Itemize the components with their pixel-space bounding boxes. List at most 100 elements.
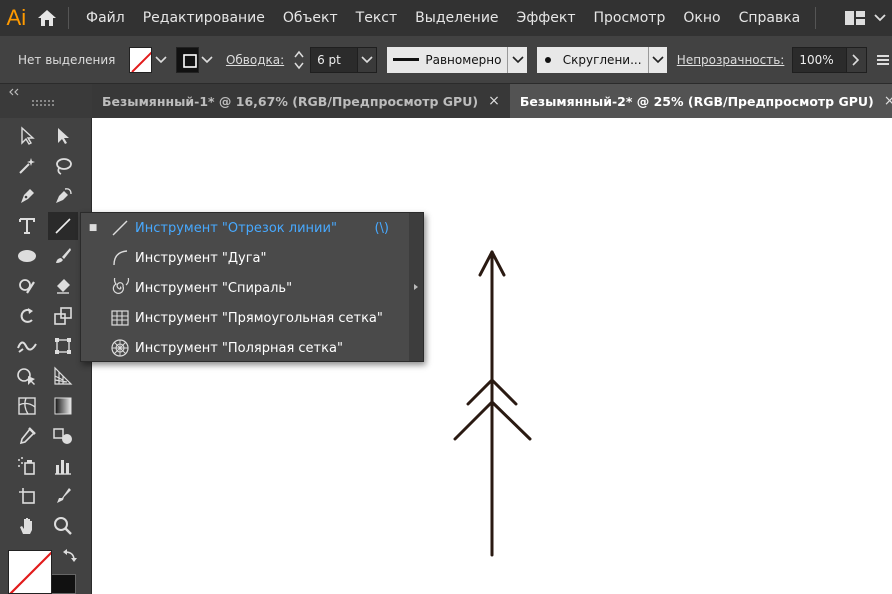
menu-object[interactable]: Объект	[274, 0, 347, 36]
flyout-item-rectangular-grid[interactable]: Инструмент "Прямоугольная сетка"	[81, 303, 411, 333]
close-icon[interactable]: ×	[488, 93, 500, 109]
free-transform-icon	[55, 338, 71, 354]
fill-dropdown[interactable]	[152, 47, 169, 73]
stroke-swatch-icon	[182, 53, 197, 68]
rotate-tool[interactable]	[12, 302, 42, 330]
variable-width-profile[interactable]: Равномерно	[387, 46, 508, 73]
line-segment-icon	[55, 218, 71, 234]
direct-selection-tool[interactable]	[48, 122, 78, 150]
direct-selection-icon	[58, 128, 69, 144]
flyout-item-shortcut: (\)	[374, 220, 389, 236]
scale-tool[interactable]	[48, 302, 78, 330]
grip-icon[interactable]	[32, 100, 56, 106]
eraser-tool[interactable]	[48, 272, 78, 300]
opacity-input[interactable]: 100%	[792, 46, 848, 73]
flyout-item-label: Инструмент "Отрезок линии"	[135, 220, 337, 236]
chevron-down-icon	[874, 14, 886, 22]
opacity-dropdown[interactable]	[847, 46, 867, 73]
warp-icon	[17, 341, 37, 353]
fill-color-indicator[interactable]	[8, 550, 52, 594]
magic-wand-icon	[19, 158, 35, 174]
tab-label: Безымянный-2* @ 25% (RGB/Предпросмотр GP…	[519, 93, 874, 109]
stroke-weight-input[interactable]: 6 pt	[310, 46, 359, 73]
profile-dropdown[interactable]	[507, 46, 527, 73]
stroke-panel-link[interactable]: Обводка:	[226, 53, 284, 67]
paintbrush-icon	[56, 248, 71, 263]
chevron-down-icon	[361, 55, 373, 63]
chevron-right-icon	[414, 284, 418, 290]
flyout-item-line-segment[interactable]: ■ Инструмент "Отрезок линии" (\)	[81, 213, 411, 243]
menu-help[interactable]: Справка	[730, 0, 810, 36]
brush-dropdown[interactable]	[647, 46, 667, 73]
line-segment-tool[interactable]	[48, 212, 78, 240]
column-graph-tool[interactable]	[48, 452, 78, 480]
brush-dot-icon	[544, 56, 551, 63]
menu-view[interactable]: Просмотр	[585, 0, 675, 36]
stroke-weight-dropdown[interactable]	[358, 46, 378, 73]
stroke-weight-stepper[interactable]	[292, 47, 306, 73]
gradient-tool[interactable]	[48, 392, 78, 420]
zoom-tool[interactable]	[48, 512, 78, 540]
tools-panel	[0, 118, 92, 594]
lasso-tool[interactable]	[48, 152, 78, 180]
menu-select[interactable]: Выделение	[406, 0, 507, 36]
column-graph-icon	[55, 460, 71, 475]
selection-tool[interactable]	[12, 122, 42, 150]
flyout-item-arc[interactable]: Инструмент "Дуга"	[81, 243, 411, 273]
type-tool[interactable]	[12, 212, 42, 240]
blend-tool[interactable]	[48, 422, 78, 450]
workspace-switcher[interactable]	[838, 10, 892, 26]
artboard-tool[interactable]	[12, 482, 42, 510]
menu-bar: Ai Файл Редактирование Объект Текст Выде…	[0, 0, 892, 36]
mesh-icon	[18, 397, 36, 415]
ellipse-tool[interactable]	[12, 242, 42, 270]
flyout-item-polar-grid[interactable]: Инструмент "Полярная сетка"	[81, 333, 411, 363]
free-transform-tool[interactable]	[48, 332, 78, 360]
brush-definition[interactable]: Скруглени...	[536, 46, 648, 73]
chevron-down-icon	[652, 55, 664, 63]
polar-grid-icon	[105, 333, 135, 363]
slice-tool[interactable]	[48, 482, 78, 510]
hand-tool[interactable]	[12, 512, 42, 540]
opacity-panel-link[interactable]: Непрозрачность:	[677, 53, 785, 67]
shape-builder-tool[interactable]	[12, 362, 42, 390]
warp-tool[interactable]	[12, 332, 42, 360]
swap-colors-button[interactable]	[62, 548, 78, 564]
eyedropper-tool[interactable]	[12, 422, 42, 450]
collapse-arrows-icon[interactable]	[8, 88, 20, 96]
menu-effect[interactable]: Эффект	[508, 0, 585, 36]
pen-tool[interactable]	[12, 182, 42, 210]
flyout-item-spiral[interactable]: Инструмент "Спираль"	[81, 273, 411, 303]
menu-divider	[68, 7, 70, 29]
shaper-tool[interactable]	[12, 272, 42, 300]
mesh-tool[interactable]	[12, 392, 42, 420]
menu-file[interactable]: Файл	[77, 0, 134, 36]
menu-type[interactable]: Текст	[347, 0, 406, 36]
home-button[interactable]	[33, 0, 63, 36]
stroke-color-indicator[interactable]	[50, 574, 76, 594]
menu-edit[interactable]: Редактирование	[134, 0, 274, 36]
perspective-grid-tool[interactable]	[48, 362, 78, 390]
tab-document-1[interactable]: Безымянный-1* @ 16,67% (RGB/Предпросмотр…	[92, 84, 510, 118]
stroke-dropdown[interactable]	[199, 47, 216, 73]
panel-menu-button[interactable]	[875, 47, 892, 73]
control-bar: Нет выделения Обводка: 6 pt Равномерно С…	[0, 36, 892, 84]
close-icon[interactable]: ×	[884, 93, 892, 109]
paintbrush-tool[interactable]	[48, 242, 78, 270]
chevron-right-icon	[852, 53, 860, 66]
chevron-down-icon	[512, 55, 524, 63]
magic-wand-tool[interactable]	[12, 152, 42, 180]
home-icon	[38, 10, 57, 26]
tab-document-2[interactable]: Безымянный-2* @ 25% (RGB/Предпросмотр GP…	[509, 84, 892, 118]
document-tabs: Безымянный-1* @ 16,67% (RGB/Предпросмотр…	[92, 84, 892, 118]
curvature-tool[interactable]	[48, 182, 78, 210]
stroke-color-swatch[interactable]	[175, 46, 199, 73]
menu-window[interactable]: Окно	[674, 0, 729, 36]
brush-label: Скруглени...	[562, 52, 642, 67]
rectangular-grid-icon	[105, 303, 135, 333]
artboard-icon	[19, 488, 35, 504]
fill-color-swatch[interactable]	[129, 46, 153, 73]
flyout-tearoff-bar[interactable]	[409, 213, 423, 361]
symbol-sprayer-tool[interactable]	[12, 452, 42, 480]
type-icon	[19, 218, 35, 234]
